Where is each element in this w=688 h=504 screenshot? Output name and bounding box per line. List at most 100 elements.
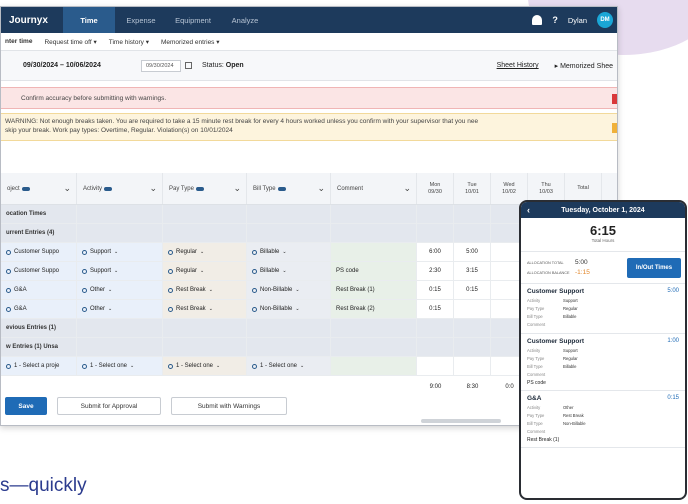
- hours-cell-mon[interactable]: [417, 357, 454, 375]
- activity-cell[interactable]: Support ⌄: [77, 243, 163, 261]
- horizontal-scrollbar[interactable]: [421, 419, 501, 423]
- user-name[interactable]: Dylan: [568, 16, 587, 25]
- section-cell: [331, 205, 417, 223]
- hours-cell-tue[interactable]: 5:00: [454, 243, 491, 261]
- submit-for-approval-button[interactable]: Submit for Approval: [57, 397, 161, 415]
- activity-cell[interactable]: Other ⌄: [77, 281, 163, 299]
- comment-cell[interactable]: Rest Break (2): [331, 300, 417, 318]
- avatar[interactable]: DM: [597, 12, 613, 28]
- project-cell-text: G&A: [14, 306, 27, 312]
- tab-analyze[interactable]: Analyze: [219, 7, 271, 33]
- entry-field: Activity Support: [527, 347, 679, 355]
- tab-equipment[interactable]: Equipment: [167, 7, 219, 33]
- period-range: 09/30/2024 – 10/06/2024: [23, 62, 101, 69]
- entry-field-value: Other: [563, 405, 574, 410]
- mobile-entries: Customer Support 5:00 Activity Support Pay T…: [521, 284, 685, 448]
- entry-field-label: Comment: [527, 429, 546, 434]
- pay-type-cell[interactable]: Regular ⌄: [163, 262, 247, 280]
- project-cell[interactable]: G&A: [1, 300, 77, 318]
- header-bill-type[interactable]: Bill Type ⌄: [247, 173, 331, 204]
- activity-cell[interactable]: Support ⌄: [77, 262, 163, 280]
- bell-icon[interactable]: [532, 15, 543, 25]
- section-cell: [77, 338, 163, 356]
- entry-field-label: Bill Type: [527, 314, 543, 319]
- search-icon: [82, 287, 87, 293]
- hours-cell-tue[interactable]: [454, 357, 491, 375]
- subnav-request-time-off[interactable]: Request time off ▾: [44, 38, 96, 46]
- brand-logo: Journyx: [9, 14, 48, 26]
- hours-cell-mon[interactable]: 0:15: [417, 300, 454, 318]
- mobile-entry-card[interactable]: G&A 0:15 Activity Other Pay Type Rest Break Bi…: [521, 391, 685, 448]
- date-select[interactable]: 09/30/2024: [141, 59, 181, 72]
- warning-marker: [612, 123, 617, 133]
- project-cell[interactable]: Customer Suppo: [1, 262, 77, 280]
- bill-type-cell[interactable]: Non-Billable ⌄: [247, 281, 331, 299]
- section-cell: [163, 224, 247, 242]
- header-pay-type[interactable]: Pay Type ⌄: [163, 173, 247, 204]
- sheet-history-link[interactable]: Sheet History: [497, 62, 539, 69]
- pay-type-cell[interactable]: Rest Break ⌄: [163, 300, 247, 318]
- memorized-sheets-link[interactable]: ▸ Memorized Shee: [555, 62, 613, 70]
- entry-field: Bill Type Billable: [527, 313, 679, 321]
- project-cell[interactable]: G&A: [1, 281, 77, 299]
- project-cell[interactable]: Customer Suppo: [1, 243, 77, 261]
- project-cell[interactable]: 1 - Select a proje: [1, 357, 77, 375]
- comment-cell[interactable]: Rest Break (1): [331, 281, 417, 299]
- activity-cell[interactable]: Other ⌄: [77, 300, 163, 318]
- warning-banner: WARNING: Not enough breaks taken. You ar…: [1, 113, 617, 141]
- bill-type-cell[interactable]: Non-Billable ⌄: [247, 300, 331, 318]
- bill-type-cell[interactable]: 1 - Select one ⌄: [247, 357, 331, 375]
- section-day-cell: [454, 224, 491, 242]
- header-project[interactable]: oject ⌄: [1, 173, 77, 204]
- pay-type-cell[interactable]: Regular ⌄: [163, 243, 247, 261]
- comment-cell[interactable]: PS code: [331, 262, 417, 280]
- entry-title: Customer Support: [527, 288, 585, 295]
- entry-field-label: Comment: [527, 322, 546, 327]
- alloc-balance-label: ALLOCATION BALANCE: [527, 270, 570, 275]
- in-out-times-button[interactable]: In/Out Times: [627, 258, 681, 278]
- entry-field-value: Billable: [563, 314, 577, 319]
- section-cell: [331, 224, 417, 242]
- pay-type-cell[interactable]: Rest Break ⌄: [163, 281, 247, 299]
- search-icon: [82, 306, 87, 312]
- entry-field-value: Regular: [563, 356, 578, 361]
- hours-cell-mon[interactable]: 2:30: [417, 262, 454, 280]
- activity-cell-text: Support: [90, 249, 112, 255]
- section-cell: [331, 338, 417, 356]
- section-label: urrent Entries (4): [1, 224, 77, 242]
- calendar-icon[interactable]: [185, 62, 192, 69]
- header-activity[interactable]: Activity ⌄: [77, 173, 163, 204]
- entry-title: G&A: [527, 395, 542, 402]
- back-arrow-icon[interactable]: ‹: [527, 205, 530, 215]
- entry-field: Pay Type Regular: [527, 305, 679, 313]
- entry-field-label: Activity: [527, 298, 541, 303]
- project-cell-text: 1 - Select a proje: [14, 363, 60, 369]
- activity-cell-text: 1 - Select one: [90, 363, 128, 369]
- entry-field-label: Bill Type: [527, 364, 543, 369]
- mobile-entry-card[interactable]: Customer Support 1:00 Activity Support Pay T…: [521, 334, 685, 391]
- section-cell: [163, 205, 247, 223]
- mobile-entry-card[interactable]: Customer Support 5:00 Activity Support Pay T…: [521, 284, 685, 334]
- subnav-time-history[interactable]: Time history ▾: [109, 38, 149, 46]
- subnav-memorized-entries[interactable]: Memorized entries ▾: [161, 38, 220, 46]
- comment-cell[interactable]: [331, 357, 417, 375]
- bill-type-cell[interactable]: Billable ⌄: [247, 262, 331, 280]
- pay-type-cell[interactable]: 1 - Select one ⌄: [163, 357, 247, 375]
- bill-type-cell[interactable]: Billable ⌄: [247, 243, 331, 261]
- tab-time[interactable]: Time: [63, 7, 115, 33]
- total-mon: 9:00: [429, 384, 442, 390]
- help-icon[interactable]: ?: [552, 15, 558, 25]
- save-button[interactable]: Save: [5, 397, 47, 415]
- tab-expense[interactable]: Expense: [115, 7, 167, 33]
- hours-cell-tue[interactable]: 0:15: [454, 281, 491, 299]
- subnav-enter-time[interactable]: nter time: [5, 38, 32, 45]
- comment-cell[interactable]: [331, 243, 417, 261]
- hours-cell-mon[interactable]: 6:00: [417, 243, 454, 261]
- chevron-down-icon: ⌄: [300, 363, 305, 369]
- header-comment[interactable]: Comment ⌄: [331, 173, 417, 204]
- hours-cell-tue[interactable]: 3:15: [454, 262, 491, 280]
- hours-cell-mon[interactable]: 0:15: [417, 281, 454, 299]
- activity-cell[interactable]: 1 - Select one ⌄: [77, 357, 163, 375]
- submit-with-warnings-button[interactable]: Submit with Warnings: [171, 397, 287, 415]
- hours-cell-tue[interactable]: [454, 300, 491, 318]
